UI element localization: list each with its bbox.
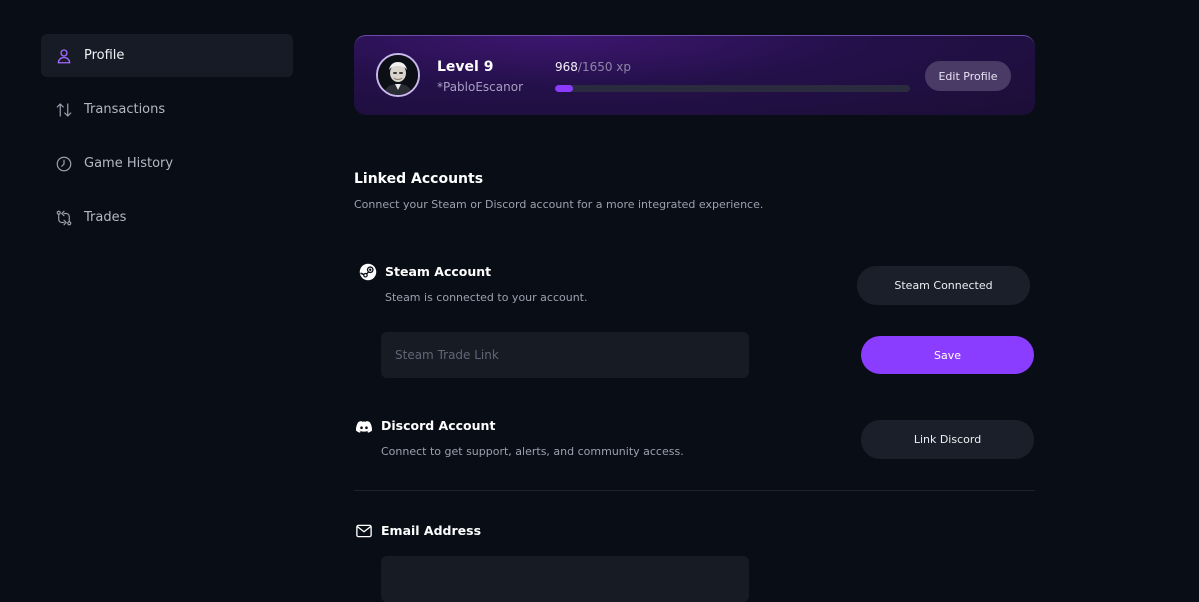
xp-progress-fill (555, 85, 573, 92)
sidebar-item-label: Transactions (84, 102, 166, 117)
linked-accounts-title: Linked Accounts (354, 171, 484, 187)
sidebar-item-label: Trades (84, 210, 127, 225)
level-label: Level 9 (437, 59, 494, 75)
username: *PabloEscanor (437, 80, 524, 94)
xp-progress-bar (555, 85, 910, 92)
discord-account-title: Discord Account (381, 418, 496, 433)
steam-icon (359, 263, 377, 281)
sidebar-item-label: Profile (84, 48, 125, 63)
avatar[interactable] (376, 53, 420, 97)
linked-accounts-subtitle: Connect your Steam or Discord account fo… (354, 198, 764, 211)
mail-icon (355, 522, 373, 540)
discord-account-subtitle: Connect to get support, alerts, and comm… (381, 445, 684, 458)
sidebar-item-profile[interactable]: Profile (41, 34, 293, 77)
email-address-title: Email Address (381, 523, 482, 538)
xp-current: 968 (555, 60, 578, 74)
steam-connected-button[interactable]: Steam Connected (857, 266, 1030, 305)
arrows-up-down-icon (55, 101, 73, 119)
sidebar-item-transactions[interactable]: Transactions (41, 88, 293, 131)
user-icon (55, 47, 73, 65)
profile-card: Level 9 *PabloEscanor 968/1650 xp Edit P… (354, 35, 1035, 115)
steam-account-title: Steam Account (385, 264, 492, 279)
sidebar-item-game-history[interactable]: Game History (41, 142, 293, 185)
sidebar-item-label: Game History (84, 156, 174, 171)
link-discord-button[interactable]: Link Discord (861, 420, 1034, 459)
steam-trade-link-input[interactable] (381, 332, 749, 378)
trade-arrows-icon (55, 209, 73, 227)
main-content: Level 9 *PabloEscanor 968/1650 xp Edit P… (354, 0, 1035, 602)
xp-max: /1650 xp (577, 60, 632, 74)
discord-icon (355, 418, 373, 436)
email-input[interactable] (381, 556, 749, 602)
edit-profile-button[interactable]: Edit Profile (925, 61, 1011, 91)
sidebar: Profile Transactions Game History Trades (41, 34, 293, 250)
xp-readout: 968/1650 xp (555, 60, 631, 74)
section-divider (354, 490, 1035, 491)
steam-account-subtitle: Steam is connected to your account. (385, 291, 588, 304)
clock-icon (55, 155, 73, 173)
save-button[interactable]: Save (861, 336, 1034, 374)
sidebar-item-trades[interactable]: Trades (41, 196, 293, 239)
